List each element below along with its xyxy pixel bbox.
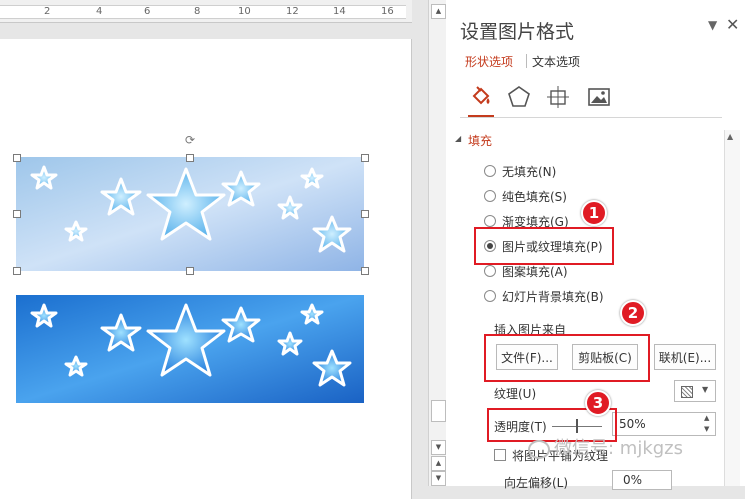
ruler-number: 14 bbox=[333, 6, 346, 17]
fill-section-header[interactable]: 填充 bbox=[468, 132, 492, 149]
radio-label: 幻灯片背景填充(B) bbox=[502, 289, 604, 304]
annotation-box-picture-fill bbox=[474, 227, 614, 265]
ruler-number: 4 bbox=[96, 6, 103, 17]
slide-editing-area: ⟳ bbox=[0, 23, 428, 499]
watermark: 微信号: mjkgzs bbox=[528, 434, 683, 460]
wechat-icon bbox=[528, 439, 550, 459]
prev-slide-icon[interactable]: ▲ bbox=[431, 456, 446, 471]
radio-button[interactable] bbox=[484, 165, 496, 177]
scroll-thumb[interactable] bbox=[431, 400, 446, 422]
radio-label: 图案填充(A) bbox=[502, 264, 568, 279]
picture-icon[interactable] bbox=[586, 84, 612, 110]
slide-vertical-scrollbar[interactable]: ▲ ▼ ▲ ▼ bbox=[428, 0, 447, 486]
original-star-image[interactable] bbox=[16, 295, 364, 403]
next-slide-icon[interactable]: ▼ bbox=[431, 471, 446, 486]
scroll-up-icon[interactable]: ▲ bbox=[431, 4, 446, 19]
radio-no-fill[interactable]: 无填充(N) bbox=[484, 162, 556, 180]
fill-line-icon[interactable] bbox=[468, 84, 494, 110]
ruler-number: 2 bbox=[44, 6, 51, 17]
online-button[interactable]: 联机(E)... bbox=[654, 344, 716, 370]
pane-divider bbox=[460, 117, 722, 118]
step-badge: 2 bbox=[620, 300, 646, 326]
watermark-text: 微信号: mjkgzs bbox=[554, 438, 683, 459]
radio-button[interactable] bbox=[484, 215, 496, 227]
tab-text-options[interactable]: 文本选项 bbox=[532, 53, 580, 70]
slide-canvas[interactable]: ⟳ bbox=[0, 39, 412, 499]
radio-button[interactable] bbox=[484, 265, 496, 277]
resize-handle[interactable] bbox=[13, 210, 21, 218]
radio-solid-fill[interactable]: 纯色填充(S) bbox=[484, 187, 567, 205]
scroll-up-icon[interactable]: ▲ bbox=[727, 132, 733, 141]
resize-handle[interactable] bbox=[361, 154, 369, 162]
radio-label: 纯色填充(S) bbox=[502, 189, 567, 204]
pane-title: 设置图片格式 bbox=[460, 21, 575, 43]
texture-dropdown[interactable]: ▼ bbox=[674, 380, 716, 402]
radio-button[interactable] bbox=[484, 290, 496, 302]
tab-separator bbox=[526, 54, 527, 68]
star-image-graphic bbox=[16, 157, 364, 271]
star-image-graphic bbox=[16, 295, 364, 403]
resize-handle[interactable] bbox=[186, 267, 194, 275]
radio-label: 无填充(N) bbox=[502, 164, 557, 179]
ruler-number: 10 bbox=[238, 6, 251, 17]
spin-up-icon[interactable]: ▲ bbox=[704, 414, 709, 422]
offset-left-label: 向左偏移(L) bbox=[504, 476, 569, 490]
ruler-number: 12 bbox=[286, 6, 299, 17]
resize-handle[interactable] bbox=[361, 267, 369, 275]
resize-handle[interactable] bbox=[186, 154, 194, 162]
close-icon[interactable]: ✕ bbox=[726, 15, 739, 34]
texture-swatch bbox=[681, 386, 693, 398]
scroll-down-icon[interactable]: ▼ bbox=[431, 440, 446, 455]
annotation-box-insert-buttons bbox=[484, 334, 650, 382]
pane-scrollbar[interactable]: ▲ bbox=[724, 130, 740, 486]
spin-down-icon[interactable]: ▼ bbox=[704, 425, 709, 433]
horizontal-ruler: 2 4 6 8 10 12 14 16 bbox=[0, 0, 412, 23]
ruler-number: 6 bbox=[144, 6, 151, 17]
tab-shape-options[interactable]: 形状选项 bbox=[465, 53, 513, 70]
texture-label: 纹理(U) bbox=[494, 387, 537, 401]
ruler-track: 2 4 6 8 10 12 14 16 bbox=[0, 5, 406, 19]
selected-star-image[interactable] bbox=[16, 157, 364, 271]
effects-pentagon-icon[interactable] bbox=[506, 84, 532, 110]
rotate-handle-icon[interactable]: ⟳ bbox=[185, 134, 197, 146]
transparency-input[interactable]: 50% bbox=[612, 412, 716, 436]
step-badge: 3 bbox=[585, 390, 611, 416]
pane-options-icon[interactable]: ▼ bbox=[708, 18, 717, 32]
resize-handle[interactable] bbox=[361, 210, 369, 218]
collapse-caret-icon[interactable]: ◢ bbox=[455, 134, 461, 143]
chevron-down-icon: ▼ bbox=[702, 385, 709, 394]
radio-button[interactable] bbox=[484, 190, 496, 202]
size-properties-icon[interactable] bbox=[545, 84, 571, 110]
tile-checkbox[interactable] bbox=[494, 449, 506, 461]
radio-slide-background-fill[interactable]: 幻灯片背景填充(B) bbox=[484, 287, 604, 305]
offset-left-input[interactable]: 0% bbox=[612, 470, 672, 490]
resize-handle[interactable] bbox=[13, 267, 21, 275]
resize-handle[interactable] bbox=[13, 154, 21, 162]
step-badge: 1 bbox=[581, 200, 607, 226]
ruler-number: 16 bbox=[381, 6, 394, 17]
ruler-number: 8 bbox=[194, 6, 201, 17]
